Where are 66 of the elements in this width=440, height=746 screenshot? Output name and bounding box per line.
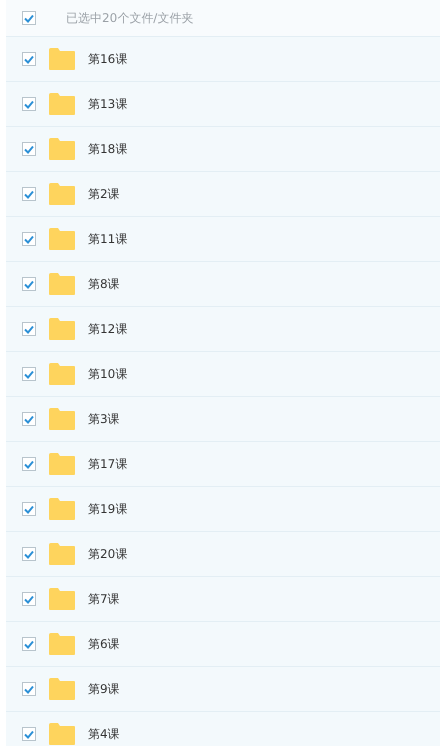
file-name: 第9课: [88, 680, 120, 698]
file-name: 第10课: [88, 366, 128, 382]
folder-icon: [48, 48, 76, 70]
file-row[interactable]: 第9课: [6, 666, 440, 711]
folder-icon: [48, 498, 76, 520]
folder-icon: [48, 228, 76, 250]
checkbox[interactable]: [22, 232, 36, 246]
folder-icon: [48, 543, 76, 565]
folder-icon: [48, 318, 76, 340]
file-row[interactable]: 第20课: [6, 531, 440, 576]
folder-icon: [48, 183, 76, 205]
file-row[interactable]: 第16课: [6, 36, 440, 81]
checkbox[interactable]: [22, 11, 36, 25]
checkbox[interactable]: [22, 637, 36, 651]
file-name: 第19课: [88, 500, 128, 518]
file-row[interactable]: 第17课: [6, 441, 440, 486]
checkbox[interactable]: [22, 52, 36, 66]
file-row[interactable]: 第13课: [6, 81, 440, 126]
file-row[interactable]: 第10课: [6, 351, 440, 396]
checkbox[interactable]: [22, 592, 36, 606]
checkbox[interactable]: [22, 97, 36, 111]
folder-icon: [48, 588, 76, 610]
checkbox[interactable]: [22, 142, 36, 156]
file-row[interactable]: 第12课: [6, 306, 440, 351]
folder-icon: [48, 363, 76, 385]
file-name: 第3课: [88, 410, 120, 428]
file-name: 第17课: [88, 456, 128, 472]
file-row[interactable]: 第11课: [6, 216, 440, 261]
folder-icon: [48, 723, 76, 745]
file-name: 第4课: [88, 726, 120, 742]
checkbox[interactable]: [22, 547, 36, 561]
checkbox[interactable]: [22, 457, 36, 471]
file-row[interactable]: 第3课: [6, 396, 440, 441]
folder-icon: [48, 678, 76, 700]
folder-icon: [48, 93, 76, 115]
file-row[interactable]: 第6课: [6, 621, 440, 666]
folder-icon: [48, 408, 76, 430]
checkbox[interactable]: [22, 187, 36, 201]
folder-icon: [48, 273, 76, 295]
file-name: 第2课: [88, 186, 120, 202]
checkbox[interactable]: [22, 682, 36, 696]
file-name: 第18课: [88, 140, 128, 158]
file-name: 第13课: [88, 96, 128, 112]
file-row[interactable]: 第7课: [6, 576, 440, 621]
folder-icon: [48, 138, 76, 160]
file-row[interactable]: 第18课: [6, 126, 440, 171]
checkbox[interactable]: [22, 277, 36, 291]
checkbox[interactable]: [22, 322, 36, 336]
file-name: 第11课: [88, 230, 128, 248]
selection-count: 已选中20个文件/文件夹: [66, 10, 194, 26]
checkbox[interactable]: [22, 502, 36, 516]
file-name: 第12课: [88, 320, 128, 338]
checkbox[interactable]: [22, 727, 36, 741]
checkbox[interactable]: [22, 367, 36, 381]
file-row[interactable]: 第19课: [6, 486, 440, 531]
folder-icon: [48, 453, 76, 475]
file-name: 第7课: [88, 590, 120, 608]
file-name: 第6课: [88, 636, 120, 652]
file-row[interactable]: 第8课: [6, 261, 440, 306]
file-row[interactable]: 第4课: [6, 711, 440, 746]
folder-icon: [48, 633, 76, 655]
file-name: 第8课: [88, 276, 120, 292]
file-name: 第16课: [88, 50, 128, 68]
file-row[interactable]: 第2课: [6, 171, 440, 216]
file-name: 第20课: [88, 546, 128, 562]
checkbox[interactable]: [22, 412, 36, 426]
